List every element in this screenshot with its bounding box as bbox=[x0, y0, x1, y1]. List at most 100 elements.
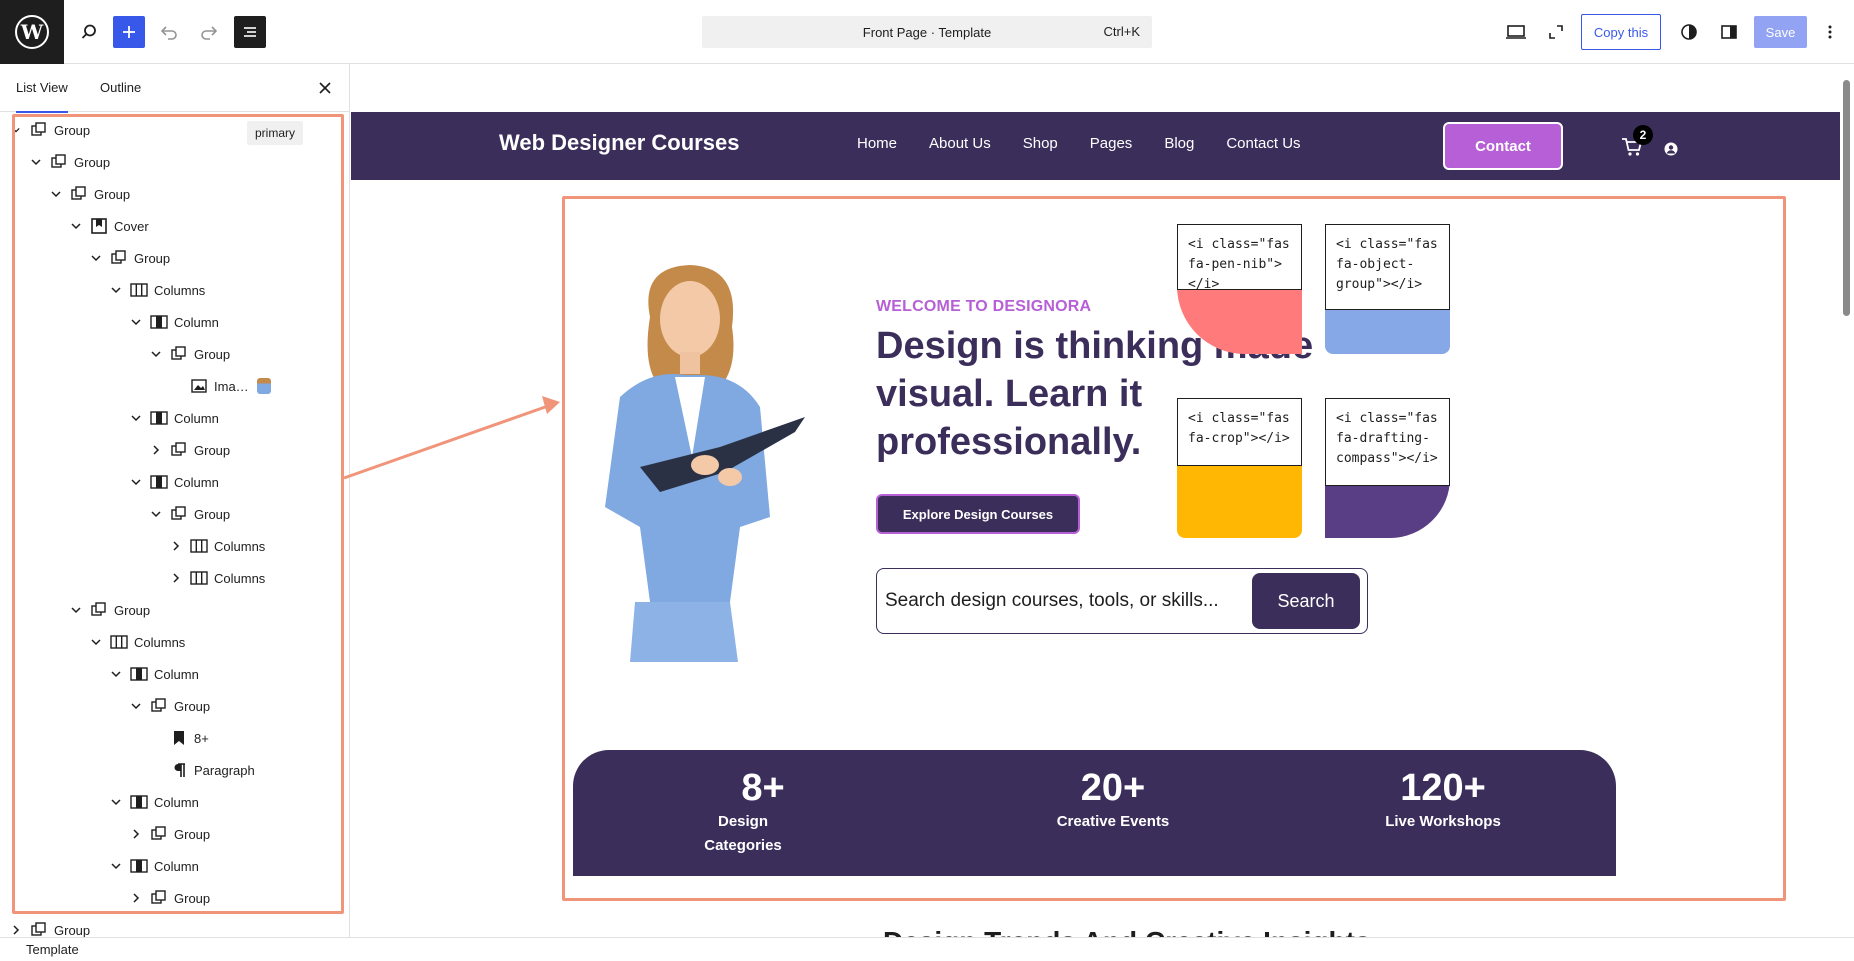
chevron-down-icon bbox=[51, 191, 61, 198]
settings-sidebar-button[interactable] bbox=[1713, 16, 1745, 48]
nav-link[interactable]: Pages bbox=[1090, 135, 1133, 152]
nav-link[interactable]: Contact Us bbox=[1226, 135, 1300, 152]
list-view-row-label: Group bbox=[194, 346, 231, 362]
block-inserter-button[interactable] bbox=[113, 16, 145, 48]
list-view-row[interactable]: Group bbox=[0, 146, 340, 178]
styles-button[interactable] bbox=[1673, 16, 1705, 48]
options-menu-button[interactable] bbox=[1814, 16, 1846, 48]
list-view-row[interactable]: Group bbox=[0, 818, 340, 850]
explore-courses-button[interactable]: Explore Design Courses bbox=[876, 494, 1080, 534]
tile-code-field[interactable]: <i class="fas fa-pen-nib"></i> bbox=[1177, 224, 1302, 290]
editor-canvas[interactable]: Web Designer Courses Home About Us Shop Pag… bbox=[351, 64, 1840, 937]
nav-link[interactable]: Home bbox=[857, 135, 897, 152]
expand-toggle[interactable] bbox=[88, 250, 104, 266]
expand-toggle[interactable] bbox=[128, 826, 144, 842]
chevron-down-icon bbox=[151, 351, 161, 358]
list-view-row[interactable]: Group bbox=[0, 914, 340, 937]
document-overview-button[interactable] bbox=[234, 16, 266, 48]
expand-toggle[interactable] bbox=[108, 282, 124, 298]
expand-toggle[interactable] bbox=[128, 314, 144, 330]
save-button[interactable]: Save bbox=[1754, 16, 1807, 48]
chevron-right-icon bbox=[133, 829, 140, 839]
nav-link[interactable]: Shop bbox=[1023, 135, 1058, 152]
nav-link[interactable]: About Us bbox=[929, 135, 991, 152]
close-sidebar-button[interactable] bbox=[315, 78, 335, 98]
tab-list-view[interactable]: List View bbox=[16, 64, 68, 113]
command-palette-bar[interactable]: Front Page · Template Ctrl+K bbox=[702, 16, 1152, 48]
breadcrumb-template[interactable]: Template bbox=[26, 942, 79, 957]
chevron-down-icon bbox=[151, 511, 161, 518]
undo-button[interactable] bbox=[153, 16, 185, 48]
tab-outline[interactable]: Outline bbox=[100, 64, 141, 112]
expand-toggle[interactable] bbox=[128, 890, 144, 906]
canvas-scrollbar[interactable] bbox=[1840, 64, 1854, 937]
list-view-row-label: Column bbox=[174, 474, 219, 490]
tile-code-field[interactable]: <i class="fas fa-drafting-compass"></i> bbox=[1325, 398, 1450, 486]
list-view-row[interactable]: Group bbox=[0, 338, 340, 370]
list-view-row[interactable]: Group bbox=[0, 434, 340, 466]
expand-toggle[interactable] bbox=[148, 506, 164, 522]
expand-toggle[interactable] bbox=[8, 122, 24, 138]
list-view-row-label: Group bbox=[54, 922, 91, 938]
list-view-row[interactable]: Column bbox=[0, 466, 340, 498]
list-view-row[interactable]: Group bbox=[0, 242, 340, 274]
column-icon bbox=[150, 473, 168, 491]
list-view-row[interactable]: Paragraph bbox=[0, 754, 340, 786]
close-icon bbox=[319, 82, 331, 94]
list-view-row[interactable]: Group bbox=[0, 690, 340, 722]
expand-toggle[interactable] bbox=[148, 442, 164, 458]
list-view-row[interactable]: Group bbox=[0, 498, 340, 530]
expand-toggle[interactable] bbox=[128, 410, 144, 426]
list-view-row[interactable]: Group bbox=[0, 178, 340, 210]
search-button[interactable] bbox=[73, 16, 105, 48]
tile-code-field[interactable]: <i class="fas fa-crop"></i> bbox=[1177, 398, 1302, 466]
list-view-row[interactable]: Column bbox=[0, 658, 340, 690]
list-view-row[interactable]: Ima… bbox=[0, 370, 340, 402]
copy-this-button[interactable]: Copy this bbox=[1581, 14, 1661, 50]
stat-caption: Creative Events bbox=[1056, 813, 1170, 830]
expand-toggle[interactable] bbox=[8, 922, 24, 937]
expand-toggle[interactable] bbox=[108, 666, 124, 682]
expand-toggle[interactable] bbox=[68, 602, 84, 618]
expand-toggle[interactable] bbox=[28, 154, 44, 170]
column-icon bbox=[130, 793, 148, 811]
expand-toggle[interactable] bbox=[108, 794, 124, 810]
expand-toggle[interactable] bbox=[168, 538, 184, 554]
list-view-row[interactable]: Group bbox=[0, 882, 340, 914]
scrollbar-thumb[interactable] bbox=[1843, 80, 1850, 316]
expand-toggle[interactable] bbox=[148, 346, 164, 362]
expand-toggle[interactable] bbox=[108, 858, 124, 874]
list-view-row[interactable]: Columns bbox=[0, 562, 340, 594]
list-view-row[interactable]: Columns bbox=[0, 626, 340, 658]
tile-color-block bbox=[1325, 478, 1450, 538]
wordpress-logo-button[interactable]: W bbox=[0, 0, 64, 64]
tile-code-field[interactable]: <i class="fas fa-object-group"></i> bbox=[1325, 224, 1450, 310]
device-preview-button[interactable] bbox=[1500, 16, 1532, 48]
list-view-row[interactable]: Column bbox=[0, 306, 340, 338]
list-view-row[interactable]: Columns bbox=[0, 530, 340, 562]
nav-link[interactable]: Blog bbox=[1164, 135, 1194, 152]
expand-toggle[interactable] bbox=[128, 474, 144, 490]
contrast-icon bbox=[1681, 24, 1697, 40]
list-view-row[interactable]: Column bbox=[0, 850, 340, 882]
zoom-out-button[interactable] bbox=[1540, 16, 1572, 48]
list-view-row[interactable]: Cover bbox=[0, 210, 340, 242]
list-view-row[interactable]: Column bbox=[0, 786, 340, 818]
site-title[interactable]: Web Designer Courses bbox=[499, 130, 739, 156]
plus-icon bbox=[123, 26, 135, 38]
redo-button[interactable] bbox=[193, 16, 225, 48]
expand-toggle[interactable] bbox=[128, 698, 144, 714]
user-account-icon[interactable] bbox=[1664, 142, 1678, 156]
expand-toggle[interactable] bbox=[88, 634, 104, 650]
hero-woman-image[interactable] bbox=[580, 257, 810, 667]
expand-toggle[interactable] bbox=[68, 218, 84, 234]
column-icon bbox=[150, 409, 168, 427]
list-view-row[interactable]: Group bbox=[0, 594, 340, 626]
list-view-row[interactable]: Column bbox=[0, 402, 340, 434]
list-view-row[interactable]: 8+ bbox=[0, 722, 340, 754]
expand-toggle[interactable] bbox=[48, 186, 64, 202]
expand-icon bbox=[1549, 25, 1563, 39]
contact-button[interactable]: Contact bbox=[1443, 122, 1563, 170]
expand-toggle[interactable] bbox=[168, 570, 184, 586]
list-view-row[interactable]: Columns bbox=[0, 274, 340, 306]
